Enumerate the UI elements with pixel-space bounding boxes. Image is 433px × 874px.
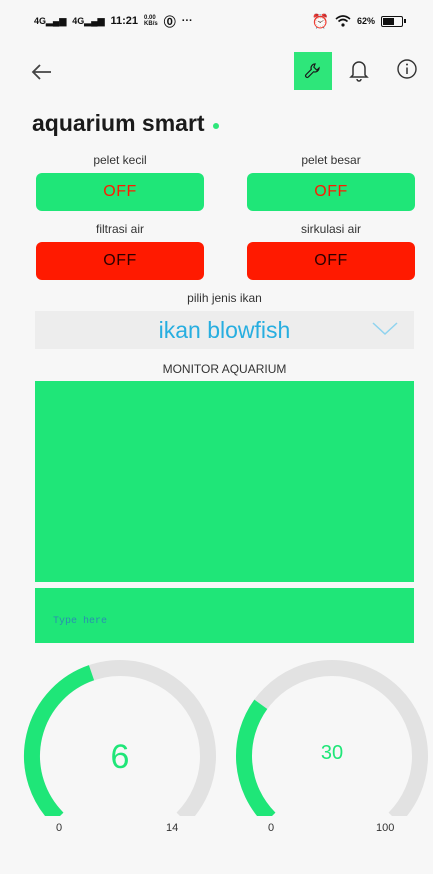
notification-icon: ⓪ — [163, 14, 176, 29]
sirkulasi-air-button[interactable]: OFF — [247, 242, 415, 280]
signal-label-1: 4G — [34, 15, 47, 26]
control-label-sirkulasi-air: sirkulasi air — [300, 222, 361, 236]
fish-select-label: pilih jenis ikan — [187, 291, 262, 305]
info-icon[interactable] — [396, 58, 418, 80]
gauge-ph — [23, 660, 216, 816]
battery-percent: 62% — [356, 16, 375, 26]
control-label-pelet-kecil: pelet kecil — [93, 153, 147, 167]
app-screen: 4G▂▄▆ 4G▂▄▆ 11:21 0.00 KB/s ⓪ ··· ⏰ 62% … — [0, 0, 433, 874]
more-icon: ··· — [181, 15, 193, 27]
filtrasi-air-button[interactable]: OFF — [36, 242, 204, 280]
status-right: ⏰ 62% — [311, 12, 406, 30]
pelet-kecil-state: OFF — [103, 183, 137, 200]
monitor-title: MONITOR AQUARIUM — [162, 362, 287, 376]
wifi-icon — [335, 15, 351, 27]
gauge-ph-value: 6 — [110, 738, 130, 776]
pelet-kecil-button[interactable]: OFF — [36, 173, 204, 211]
battery-icon — [381, 15, 406, 27]
fish-type-value: ikan blowfish — [158, 316, 291, 343]
chevron-down-icon — [372, 322, 398, 336]
bell-icon[interactable] — [348, 58, 370, 82]
toolbar — [0, 52, 433, 92]
filtrasi-air-state: OFF — [103, 252, 137, 269]
gauge-level-value: 30 — [320, 742, 344, 764]
terminal-input-area[interactable] — [35, 588, 414, 643]
net-speed-unit: KB/s — [144, 21, 158, 27]
pelet-besar-button[interactable]: OFF — [247, 173, 415, 211]
control-label-filtrasi-air: filtrasi air — [95, 222, 144, 236]
control-label-pelet-besar: pelet besar — [301, 153, 361, 167]
status-bar: 4G▂▄▆ 4G▂▄▆ 11:21 0.00 KB/s ⓪ ··· ⏰ 62% — [0, 0, 433, 42]
gauge-ph-min: 0 — [56, 822, 63, 834]
signal-icon-2: 4G▂▄▆ — [72, 15, 105, 26]
signal-icon: 4G▂▄▆ — [34, 15, 67, 26]
net-speed: 0.00 KB/s — [144, 15, 158, 27]
online-status-dot — [212, 122, 219, 129]
monitor-display — [35, 381, 414, 582]
sirkulasi-air-state: OFF — [314, 252, 348, 269]
gauge-ph-max: 14 — [166, 822, 179, 834]
settings-button[interactable] — [294, 52, 332, 90]
gauge-level — [236, 660, 428, 816]
terminal-input[interactable] — [53, 616, 353, 627]
status-left: 4G▂▄▆ 4G▂▄▆ 11:21 0.00 KB/s ⓪ ··· — [34, 13, 193, 30]
pelet-besar-state: OFF — [314, 183, 348, 200]
gauge-level-min: 0 — [268, 822, 275, 834]
wrench-icon — [305, 63, 320, 78]
clock: 11:21 — [110, 15, 139, 27]
fish-type-dropdown[interactable]: ikan blowfish — [35, 311, 414, 349]
gauge-level-max: 100 — [376, 822, 395, 834]
signal-label-2: 4G — [72, 15, 85, 26]
arrow-left-icon[interactable] — [30, 60, 54, 84]
page-title: aquarium smart — [32, 110, 219, 137]
alarm-icon: ⏰ — [311, 12, 329, 29]
page-title-text: aquarium smart — [32, 110, 205, 136]
battery-fill — [383, 17, 394, 25]
